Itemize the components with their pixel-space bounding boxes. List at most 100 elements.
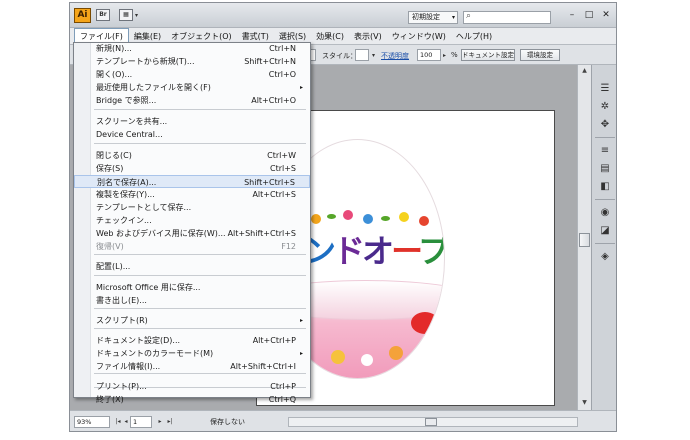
chevron-right-icon[interactable]: ▸ xyxy=(443,52,446,59)
appearance-panel-icon[interactable]: ◉ xyxy=(598,207,612,219)
menu-separator xyxy=(94,373,306,374)
close-button[interactable]: ✕ xyxy=(599,9,613,21)
workspace-switcher[interactable]: 初期設定 ▾ xyxy=(408,11,458,24)
swatches-icon[interactable]: ✲ xyxy=(598,101,612,113)
menu-item-device-central[interactable]: Device Central... xyxy=(74,128,310,141)
menu-item-shortcut: Ctrl+S xyxy=(269,164,296,173)
menu-item-label: テンプレートから新規(T)... xyxy=(96,57,195,66)
menu-item-shortcut: Alt+Ctrl+S xyxy=(252,190,296,199)
first-artboard-icon[interactable]: |◂ xyxy=(114,417,122,427)
minimize-button[interactable]: – xyxy=(565,9,579,21)
menu-item-share-screen[interactable]: スクリーンを共有... xyxy=(74,115,310,128)
gradient-panel-icon[interactable]: ▤ xyxy=(598,163,612,175)
menu-item-open-recent[interactable]: 最近使用したファイルを開く(F) ▸ xyxy=(74,81,310,94)
maximize-button[interactable]: □ xyxy=(582,9,596,21)
menu-item-label: Microsoft Office 用に保存... xyxy=(96,283,201,292)
color-panel-icon[interactable]: ☰ xyxy=(598,83,612,95)
artboard-number-input[interactable]: 1 xyxy=(130,416,152,428)
style-label: スタイル： xyxy=(322,52,357,60)
menu-item-label: 保存(S) xyxy=(96,164,124,173)
menu-item-label: 閉じる(C) xyxy=(96,151,132,160)
divider xyxy=(595,137,615,138)
candy-decoration xyxy=(389,346,403,360)
menu-item-open[interactable]: 開く(O)... Ctrl+O xyxy=(74,68,310,81)
menu-effect[interactable]: 効果(C) xyxy=(311,29,349,44)
divider xyxy=(595,199,615,200)
menu-item-shortcut: Shift+Ctrl+N xyxy=(244,57,296,66)
menu-item-label: テンプレートとして保存... xyxy=(96,203,192,212)
scroll-down-icon[interactable]: ▼ xyxy=(578,397,591,409)
menu-item-document-setup[interactable]: ドキュメント設定(D)... Alt+Ctrl+P xyxy=(74,334,310,347)
menu-view[interactable]: 表示(V) xyxy=(349,29,387,44)
menu-item-label: 最近使用したファイルを開く(F) xyxy=(96,83,211,92)
menu-item-new-from-template[interactable]: テンプレートから新規(T)... Shift+Ctrl+N xyxy=(74,55,310,68)
transparency-panel-icon[interactable]: ◧ xyxy=(598,181,612,193)
menu-item-shortcut: Alt+Ctrl+O xyxy=(251,96,296,105)
vertical-scroll-thumb[interactable] xyxy=(579,233,590,247)
status-bar: 93% |◂ ◂ 1 ▸ ▸| 保存しない xyxy=(70,410,616,431)
symbols-icon[interactable]: ✥ xyxy=(598,119,612,131)
arrange-documents-icon[interactable]: ▦ xyxy=(119,9,133,21)
menu-item-close[interactable]: 閉じる(C) Ctrl+W xyxy=(74,149,310,162)
menu-item-label: ドキュメント設定(D)... xyxy=(96,336,181,345)
menu-item-label: スクリプト(R) xyxy=(96,316,148,325)
chevron-down-icon[interactable]: ▾ xyxy=(372,52,375,59)
graphic-styles-icon[interactable]: ◪ xyxy=(598,225,612,237)
horizontal-scrollbar[interactable] xyxy=(288,417,578,427)
scroll-up-icon[interactable]: ▲ xyxy=(578,65,591,77)
style-select[interactable] xyxy=(355,49,369,61)
next-artboard-icon[interactable]: ▸ xyxy=(156,417,164,427)
menu-separator xyxy=(94,109,306,110)
menu-item-label: ファイル情報(I)... xyxy=(96,362,161,371)
submenu-arrow-icon: ▸ xyxy=(299,317,303,324)
menu-item-shortcut: Alt+Shift+Ctrl+I xyxy=(230,362,296,371)
workspace-label: 初期設定 xyxy=(412,13,440,21)
menu-item-label: Device Central... xyxy=(96,130,163,139)
menu-item-label: スクリーンを共有... xyxy=(96,117,168,126)
menu-item-browse-in-bridge[interactable]: Bridge で参照... Alt+Ctrl+O xyxy=(74,94,310,107)
menu-item-file-info[interactable]: ファイル情報(I)... Alt+Shift+Ctrl+I xyxy=(74,360,310,373)
menu-item-revert[interactable]: 復帰(V) F12 xyxy=(74,240,310,253)
menu-item-label: Web およびデバイス用に保存(W)... xyxy=(96,229,226,238)
zoom-select[interactable]: 93% xyxy=(74,416,110,428)
menu-item-label: ドキュメントのカラーモード(M) xyxy=(96,349,214,358)
menu-item-label: 復帰(V) xyxy=(96,242,124,251)
menu-item-shortcut: Ctrl+W xyxy=(267,151,296,160)
menu-item-save-for-office[interactable]: Microsoft Office 用に保存... xyxy=(74,281,310,294)
last-artboard-icon[interactable]: ▸| xyxy=(166,417,174,427)
document-settings-button[interactable]: ドキュメント設定 xyxy=(461,49,515,61)
previous-artboard-icon[interactable]: ◂ xyxy=(122,417,130,427)
menu-item-exit[interactable]: 終了(X) Ctrl+Q xyxy=(74,393,310,406)
menu-item-check-in[interactable]: チェックイン... xyxy=(74,214,310,227)
menu-item-place[interactable]: 配置(L)... xyxy=(74,260,310,273)
opacity-input[interactable]: 100 xyxy=(417,49,441,61)
menu-item-save-as-template[interactable]: テンプレートとして保存... xyxy=(74,201,310,214)
menu-item-save-copy[interactable]: 複製を保存(Y)... Alt+Ctrl+S xyxy=(74,188,310,201)
menu-item-save-as[interactable]: 別名で保存(A)... Shift+Ctrl+S xyxy=(74,175,310,188)
bridge-icon[interactable]: Br xyxy=(96,9,110,21)
menu-item-label: 複製を保存(Y)... xyxy=(96,190,155,199)
menu-window[interactable]: ウィンドウ(W) xyxy=(387,29,451,44)
menu-help[interactable]: ヘルプ(H) xyxy=(451,29,497,44)
vertical-scrollbar[interactable]: ▲ ▼ xyxy=(577,65,591,410)
horizontal-scroll-thumb[interactable] xyxy=(425,418,437,426)
opacity-unit: % xyxy=(451,51,458,59)
layers-panel-icon[interactable]: ◈ xyxy=(598,251,612,263)
chevron-down-icon[interactable]: ▾ xyxy=(135,12,138,19)
flower-decoration xyxy=(419,216,429,226)
menu-item-document-color-mode[interactable]: ドキュメントのカラーモード(M) ▸ xyxy=(74,347,310,360)
menu-item-label: 開く(O)... xyxy=(96,70,133,79)
preferences-button[interactable]: 環境設定 xyxy=(520,49,560,61)
menu-item-label: 終了(X) xyxy=(96,395,124,404)
menu-item-save[interactable]: 保存(S) Ctrl+S xyxy=(74,162,310,175)
stroke-panel-icon[interactable]: ≡ xyxy=(598,145,612,157)
menu-item-scripts[interactable]: スクリプト(R) ▸ xyxy=(74,314,310,327)
save-status[interactable]: 保存しない xyxy=(210,417,245,427)
menu-item-print[interactable]: プリント(P)... Ctrl+P xyxy=(74,380,310,393)
menu-item-new[interactable]: 新規(N)... Ctrl+N xyxy=(74,42,310,55)
opacity-link[interactable]: 不透明度 xyxy=(381,51,409,61)
menu-item-shortcut: Alt+Ctrl+P xyxy=(252,336,296,345)
menu-item-export[interactable]: 書き出し(E)... xyxy=(74,294,310,307)
menu-item-save-for-web[interactable]: Web およびデバイス用に保存(W)... Alt+Shift+Ctrl+S xyxy=(74,227,310,240)
search-input[interactable]: ⌕ xyxy=(463,11,551,24)
